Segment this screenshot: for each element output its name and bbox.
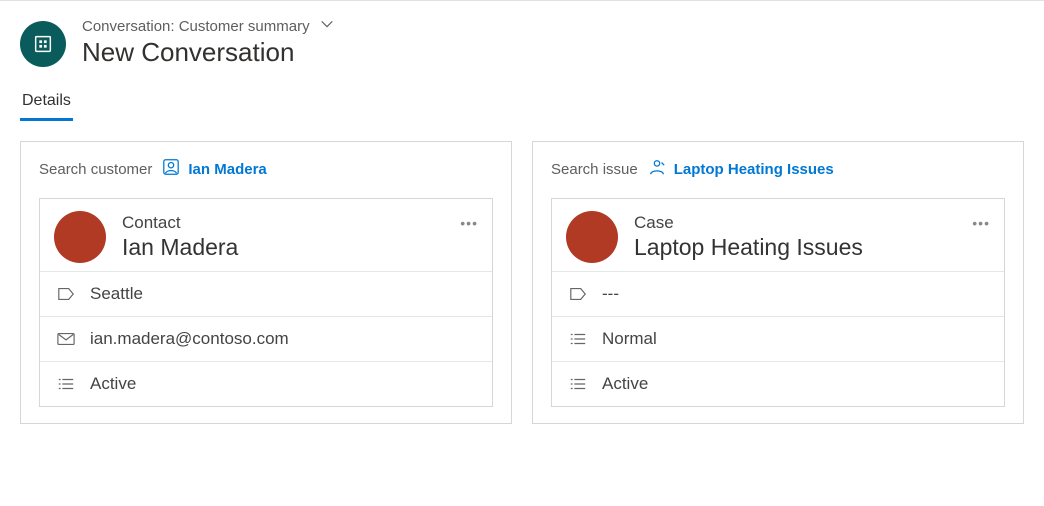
customer-panel: Search customer Ian Madera Contact Ian M… [20,141,512,424]
case-card-title: Laptop Heating Issues [634,234,863,261]
tabs: Details [0,86,1044,121]
contact-avatar [54,211,106,263]
case-location-value: --- [602,284,619,304]
customer-link-text: Ian Madera [188,161,266,178]
contact-location-row: Seattle [40,271,492,316]
mail-icon [56,330,76,348]
panels: Search customer Ian Madera Contact Ian M… [0,121,1044,424]
case-priority-value: Normal [602,329,657,349]
case-location-row: --- [552,271,1004,316]
page-title: New Conversation [82,37,334,68]
customer-search-row: Search customer Ian Madera [39,158,493,180]
page-header: Conversation: Customer summary New Conve… [0,1,1044,86]
contact-card: Contact Ian Madera ••• Seattle ian.mader… [39,198,493,407]
chevron-down-icon [320,17,334,35]
contact-card-type: Contact [122,213,238,233]
case-avatar [566,211,618,263]
case-priority-row: Normal [552,316,1004,361]
issue-link-text: Laptop Heating Issues [674,161,834,178]
contact-location-value: Seattle [90,284,143,304]
tag-icon [568,285,588,303]
issue-search-row: Search issue Laptop Heating Issues [551,158,1005,180]
contact-icon [162,158,180,180]
tag-icon [56,285,76,303]
case-card: Case Laptop Heating Issues ••• --- Norma… [551,198,1005,407]
issue-panel: Search issue Laptop Heating Issues Case … [532,141,1024,424]
contact-email-row: ian.madera@contoso.com [40,316,492,361]
list-icon [56,375,76,393]
list-icon [568,375,588,393]
breadcrumb[interactable]: Conversation: Customer summary [82,17,334,35]
case-card-header: Case Laptop Heating Issues ••• [552,199,1004,271]
case-status-value: Active [602,374,648,394]
contact-status-value: Active [90,374,136,394]
tab-details[interactable]: Details [20,86,73,121]
customer-search-label: Search customer [39,161,152,178]
breadcrumb-label: Conversation: Customer summary [82,18,310,35]
contact-card-header: Contact Ian Madera ••• [40,199,492,271]
list-icon [568,330,588,348]
conversation-entity-icon [20,21,66,67]
contact-status-row: Active [40,361,492,406]
case-icon [648,158,666,180]
contact-card-title: Ian Madera [122,234,238,261]
case-card-type: Case [634,213,863,233]
case-status-row: Active [552,361,1004,406]
case-card-more-button[interactable]: ••• [972,215,990,231]
contact-email-value: ian.madera@contoso.com [90,329,289,349]
customer-link[interactable]: Ian Madera [162,158,266,180]
issue-search-label: Search issue [551,161,638,178]
issue-link[interactable]: Laptop Heating Issues [648,158,834,180]
header-text: Conversation: Customer summary New Conve… [82,17,334,68]
contact-card-more-button[interactable]: ••• [460,215,478,231]
